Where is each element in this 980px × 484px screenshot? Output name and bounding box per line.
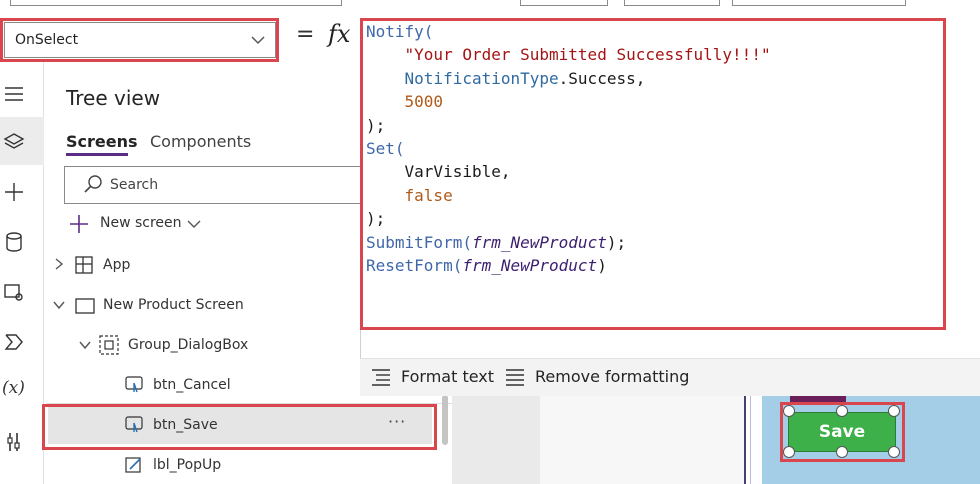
toolbar-control-stub[interactable]: [520, 0, 608, 6]
chevron-down-icon[interactable]: [78, 338, 92, 352]
remove-formatting-icon: [506, 369, 524, 386]
code-token: false: [404, 185, 453, 205]
new-screen-button[interactable]: New screen: [100, 215, 182, 231]
code-token: Set(: [366, 139, 405, 159]
code-token: VarVisible,: [404, 162, 511, 182]
code-token: 5000: [404, 92, 444, 112]
layers-icon[interactable]: [2, 130, 26, 154]
tree-view-title: Tree view: [66, 86, 161, 110]
toolbar-control-stub[interactable]: [732, 0, 906, 6]
app-icon: [75, 256, 93, 274]
search-input[interactable]: [64, 166, 364, 204]
power-automate-icon[interactable]: [2, 330, 26, 354]
tree-item-label: New Product Screen: [103, 297, 244, 313]
tree-item-label: btn_Cancel: [153, 377, 231, 393]
format-text-icon: [372, 369, 390, 386]
tree-row-app[interactable]: [50, 252, 360, 280]
plus-icon: [70, 215, 88, 233]
code-token: NotificationType: [404, 68, 559, 88]
hamburger-menu-icon[interactable]: [2, 82, 26, 106]
formula-code[interactable]: Notify( "Your Order Submitted Successful…: [366, 20, 771, 277]
chevron-down-icon: [251, 36, 265, 45]
tree-row-btn-save-selected[interactable]: [48, 406, 432, 444]
tab-components[interactable]: Components: [150, 132, 251, 151]
screen-icon: [75, 298, 95, 314]
code-token: "Your Order Submitted Successfully!!!": [404, 45, 771, 65]
code-token: frm_NewProduct: [471, 232, 607, 252]
insert-plus-icon[interactable]: [2, 180, 26, 204]
code-token: ): [597, 256, 607, 276]
code-token: );: [606, 232, 627, 252]
canvas-border: [750, 396, 762, 484]
new-screen-label: New screen: [100, 215, 182, 231]
save-button-label: Save: [818, 422, 866, 442]
tree-item-label: App: [103, 257, 131, 273]
fx-icon: fx: [328, 20, 351, 48]
code-token: SubmitForm(: [366, 232, 472, 252]
code-token: frm_NewProduct: [462, 256, 598, 276]
code-token: .Success,: [558, 68, 646, 88]
code-token: );: [366, 209, 386, 229]
toolbar-control-stub[interactable]: [10, 0, 342, 6]
code-token: ResetForm(: [366, 256, 463, 276]
resize-handle[interactable]: [783, 405, 795, 417]
format-text-button[interactable]: Format text: [401, 367, 494, 386]
tree-item-label: Group_DialogBox: [128, 337, 249, 353]
search-placeholder: Search: [110, 177, 159, 193]
media-icon[interactable]: [2, 280, 26, 304]
top-toolbar-strip: [0, 0, 980, 6]
resize-handle[interactable]: [836, 446, 848, 458]
property-dropdown-value: OnSelect: [15, 32, 79, 48]
resize-handle[interactable]: [888, 446, 900, 458]
property-dropdown[interactable]: OnSelect: [4, 22, 276, 58]
chevron-down-icon[interactable]: [52, 298, 66, 312]
code-token: Notify(: [366, 22, 434, 41]
data-cylinder-icon[interactable]: [2, 230, 26, 254]
label-edit-icon: [125, 457, 141, 473]
more-options-icon[interactable]: ···: [388, 412, 406, 431]
search-icon: [84, 175, 102, 193]
remove-formatting-button[interactable]: Remove formatting: [535, 367, 689, 386]
button-control-icon: [125, 376, 143, 393]
tree-item-label: btn_Save: [153, 417, 218, 433]
canvas-surface: [540, 396, 744, 484]
code-token: );: [366, 115, 386, 135]
resize-handle[interactable]: [836, 405, 848, 417]
active-tab-underline: [66, 153, 128, 156]
dialog-accent-bar: [790, 396, 846, 404]
tab-screens[interactable]: Screens: [66, 132, 138, 151]
toolbar-control-stub[interactable]: [624, 0, 720, 6]
button-control-icon: [125, 416, 143, 433]
variables-icon[interactable]: (x): [2, 378, 25, 398]
chevron-down-icon[interactable]: [186, 216, 202, 232]
resize-handle[interactable]: [888, 405, 900, 417]
tree-item-label: lbl_PopUp: [153, 457, 222, 473]
chevron-right-icon[interactable]: [52, 257, 66, 271]
equals-sign: =: [296, 22, 315, 47]
resize-handle[interactable]: [783, 446, 795, 458]
canvas-border: [744, 396, 746, 484]
divider: [46, 403, 452, 404]
tools-icon[interactable]: [2, 430, 26, 454]
tree-scrollbar[interactable]: [442, 395, 448, 445]
group-icon: [99, 335, 119, 355]
